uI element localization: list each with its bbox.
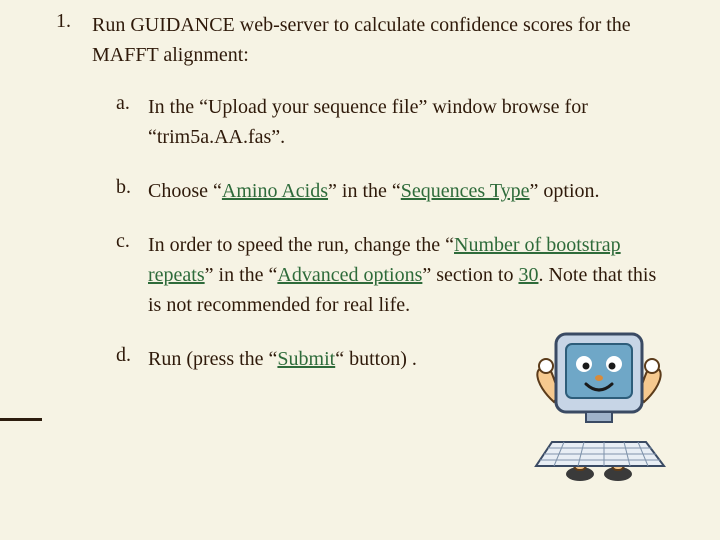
text-fragment: In order to speed the run, change the “ (148, 234, 454, 256)
text-fragment: “ button) . (335, 348, 417, 370)
text-fragment: ” section to (422, 264, 518, 286)
text-fragment: ” in the “ (205, 264, 278, 286)
text-fragment: Run (press the “ (148, 348, 277, 370)
keyword-30: 30 (518, 264, 538, 286)
substep-b-text: Choose “Amino Acids” in the “Sequences T… (148, 176, 668, 206)
substep-c-letter: c. (116, 230, 146, 253)
substep-d-letter: d. (116, 344, 146, 367)
keyword-submit: Submit (277, 348, 335, 370)
step-1-text: Run GUIDANCE web-server to calculate con… (92, 10, 672, 70)
text-fragment: Choose “ (148, 180, 222, 202)
left-accent-bar (0, 418, 42, 421)
keyword-advanced-options: Advanced options (277, 264, 422, 286)
substep-a-text: In the “Upload your sequence file” windo… (148, 92, 668, 152)
computer-mascot-icon (524, 324, 674, 484)
substep-d-text: Run (press the “Submit“ button) . (148, 344, 508, 374)
keyword-sequences-type: Sequences Type (401, 180, 530, 202)
step-1-number: 1. (56, 10, 86, 33)
substep-a-letter: a. (116, 92, 146, 115)
text-fragment: ” option. (530, 180, 600, 202)
keyword-amino-acids: Amino Acids (222, 180, 328, 202)
text-fragment: ” in the “ (328, 180, 401, 202)
substep-b-letter: b. (116, 176, 146, 199)
substep-c-text: In order to speed the run, change the “N… (148, 230, 668, 320)
slide: 1. Run GUIDANCE web-server to calculate … (0, 0, 720, 540)
